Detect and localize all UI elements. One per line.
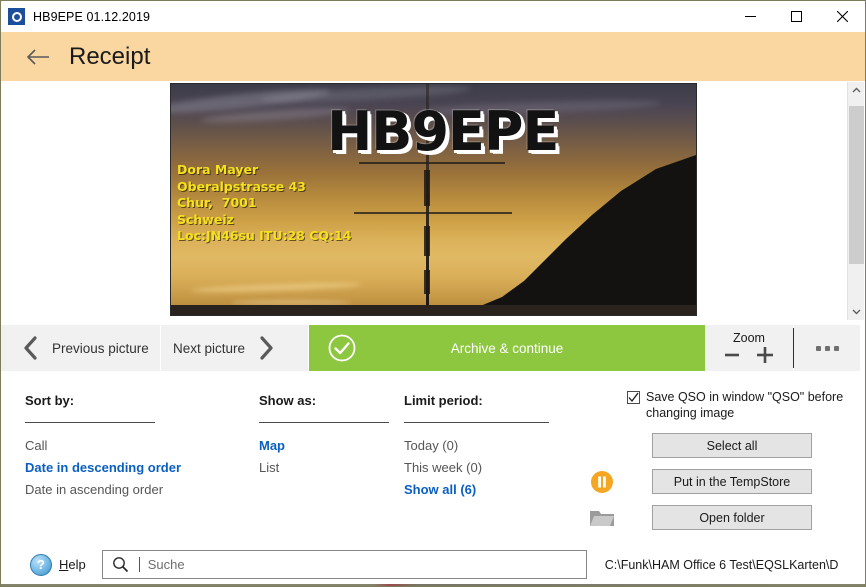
sort-by-column: Sort by: Call Date in descending order D… bbox=[25, 393, 181, 501]
search-icon bbox=[112, 556, 129, 573]
help-label: Help bbox=[59, 557, 86, 572]
next-picture-button[interactable]: Next picture bbox=[161, 325, 309, 371]
image-viewer: HB9EPE Dora Mayer Oberalpstrasse 43 Chur… bbox=[1, 81, 865, 321]
page-header: Receipt bbox=[1, 32, 865, 81]
chevron-right-icon bbox=[259, 336, 274, 360]
sort-option-date-descending[interactable]: Date in descending order bbox=[25, 457, 181, 479]
options-panel: Sort by: Call Date in descending order D… bbox=[1, 373, 865, 543]
folder-path-label: C:\Funk\HAM Office 6 Test\EQSLKarten\D bbox=[604, 557, 839, 572]
show-as-option-map[interactable]: Map bbox=[259, 435, 389, 457]
help-button[interactable]: ? Help bbox=[30, 553, 86, 576]
chevron-left-icon bbox=[23, 336, 38, 360]
text-caret bbox=[138, 557, 140, 572]
pause-icon bbox=[589, 469, 615, 495]
window-bottom-edge bbox=[1, 584, 865, 586]
show-as-title: Show as: bbox=[259, 393, 317, 408]
ellipsis-icon bbox=[815, 345, 821, 351]
sort-option-date-ascending[interactable]: Date in ascending order bbox=[25, 479, 181, 501]
receipt-window: HB9EPE 01.12.2019 Receipt HB9EPE Dora Ma… bbox=[0, 0, 866, 587]
address-overlay: Dora Mayer Oberalpstrasse 43 Chur, 7001 … bbox=[177, 162, 352, 243]
folder-icon bbox=[589, 505, 615, 531]
sort-by-title: Sort by: bbox=[25, 393, 75, 408]
qsl-card-image[interactable]: HB9EPE Dora Mayer Oberalpstrasse 43 Chur… bbox=[170, 83, 697, 316]
archive-and-continue-label: Archive & continue bbox=[450, 340, 564, 356]
sort-option-call[interactable]: Call bbox=[25, 435, 181, 457]
page-title: Receipt bbox=[69, 42, 151, 70]
save-qso-checkbox-label: Save QSO in window "QSO" before changing… bbox=[646, 390, 844, 420]
divider bbox=[25, 422, 155, 423]
action-toolbar: Previous picture Next picture Archive & … bbox=[1, 323, 865, 373]
save-qso-checkbox[interactable] bbox=[627, 391, 640, 404]
chevron-up-icon[interactable] bbox=[848, 82, 865, 99]
maximize-icon[interactable] bbox=[773, 1, 819, 32]
open-folder-button[interactable]: Open folder bbox=[652, 505, 812, 530]
window-controls bbox=[727, 1, 865, 32]
ring-logo-icon bbox=[8, 8, 25, 25]
next-picture-label: Next picture bbox=[173, 340, 246, 356]
zoom-label: Zoom bbox=[733, 331, 765, 345]
minimize-icon[interactable] bbox=[727, 1, 773, 32]
search-placeholder: Suche bbox=[147, 557, 185, 572]
limit-option-this-week[interactable]: This week (0) bbox=[404, 457, 549, 479]
open-folder-row: Open folder bbox=[590, 505, 852, 530]
select-all-button[interactable]: Select all bbox=[652, 433, 812, 458]
show-as-column: Show as: Map List bbox=[259, 393, 389, 479]
help-rest: elp bbox=[68, 557, 86, 572]
put-in-tempstore-button[interactable]: Put in the TempStore bbox=[652, 469, 812, 494]
limit-option-today[interactable]: Today (0) bbox=[404, 435, 549, 457]
tempstore-row: Put in the TempStore bbox=[591, 469, 852, 494]
previous-picture-label: Previous picture bbox=[52, 340, 149, 356]
callsign-overlay: HB9EPE bbox=[327, 100, 559, 163]
limit-period-title: Limit period: bbox=[404, 393, 483, 408]
back-arrow-icon[interactable] bbox=[23, 42, 53, 72]
previous-picture-button[interactable]: Previous picture bbox=[1, 325, 161, 371]
scrollbar-thumb[interactable] bbox=[849, 106, 864, 264]
save-qso-checkbox-row[interactable]: Save QSO in window "QSO" before changing… bbox=[627, 389, 852, 421]
help-accel: H bbox=[59, 557, 69, 572]
minus-icon[interactable] bbox=[723, 346, 741, 364]
show-as-option-list[interactable]: List bbox=[259, 457, 389, 479]
divider bbox=[259, 422, 389, 423]
mountain-silhouette bbox=[406, 155, 696, 315]
archive-and-continue-button[interactable]: Archive & continue bbox=[309, 325, 705, 371]
select-all-row: Select all bbox=[627, 433, 852, 458]
window-title: HB9EPE 01.12.2019 bbox=[33, 9, 151, 24]
title-bar: HB9EPE 01.12.2019 bbox=[1, 1, 865, 32]
image-scrollbar[interactable] bbox=[847, 82, 864, 320]
bottom-bar: ? Help Suche C:\Funk\HAM Office 6 Test\E… bbox=[1, 543, 865, 586]
limit-period-column: Limit period: Today (0) This week (0) Sh… bbox=[404, 393, 549, 501]
right-actions-panel: Save QSO in window "QSO" before changing… bbox=[590, 389, 852, 530]
divider bbox=[404, 422, 549, 423]
search-input[interactable]: Suche bbox=[101, 550, 587, 579]
close-icon[interactable] bbox=[819, 1, 865, 32]
chevron-down-icon[interactable] bbox=[848, 303, 865, 320]
question-mark-icon: ? bbox=[30, 553, 52, 576]
more-options-button[interactable] bbox=[794, 325, 860, 371]
zoom-controls: Zoom bbox=[705, 325, 793, 371]
plus-icon[interactable] bbox=[755, 345, 775, 365]
limit-option-show-all[interactable]: Show all (6) bbox=[404, 479, 549, 501]
check-circle-icon bbox=[327, 333, 357, 363]
